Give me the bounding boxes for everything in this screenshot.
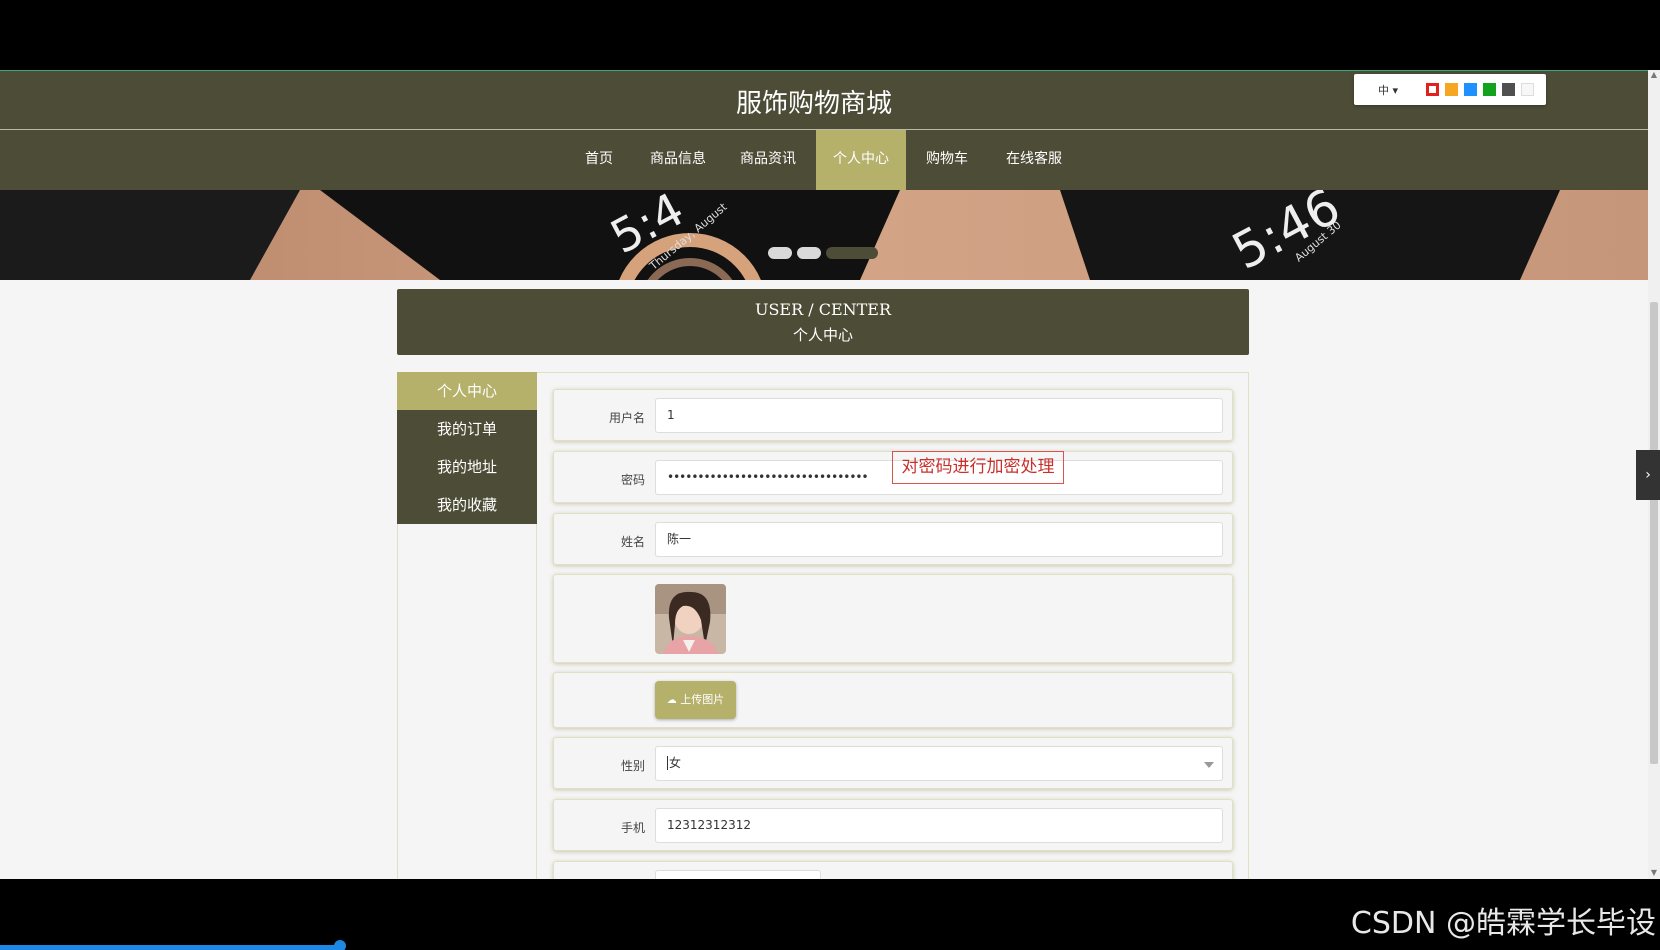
video-progress-bar[interactable] xyxy=(0,945,340,950)
main-nav: 首页 商品信息 商品资讯 个人中心 购物车 在线客服 xyxy=(0,129,1648,190)
nav-item-news[interactable]: 商品资讯 xyxy=(728,130,808,190)
nav-item-customer-service[interactable]: 在线客服 xyxy=(994,130,1074,190)
user-center-title-cn: 个人中心 xyxy=(792,326,853,344)
browser-viewport: 服饰购物商城 中 ▾ 首页 商品信息 商品资讯 个人中心 购物车 在线客服 5:… xyxy=(0,70,1648,879)
form-row-upload: ☁ 上传图片 xyxy=(553,672,1233,728)
phone-label: 手机 xyxy=(620,821,645,835)
carousel-dot-2[interactable] xyxy=(797,247,821,259)
user-center-title-bar: USER / CENTER 个人中心 xyxy=(397,289,1249,355)
form-row-username: 用户名 1 xyxy=(553,389,1233,441)
theme-swatch-green[interactable] xyxy=(1483,83,1496,96)
theme-swatch-white[interactable] xyxy=(1521,83,1534,96)
sidebar-item-address[interactable]: 我的地址 xyxy=(397,448,537,486)
gender-selected-value: 女 xyxy=(667,756,682,770)
phone-input[interactable]: 12312312312 xyxy=(655,808,1223,843)
chevron-right-icon[interactable]: › xyxy=(1636,450,1660,500)
theme-swatch-dark[interactable] xyxy=(1502,83,1515,96)
theme-swatch-red[interactable] xyxy=(1426,83,1439,96)
sidebar: 个人中心 我的订单 我的地址 我的收藏 xyxy=(397,372,537,879)
username-input[interactable]: 1 xyxy=(655,398,1223,433)
screen: 服饰购物商城 中 ▾ 首页 商品信息 商品资讯 个人中心 购物车 在线客服 5:… xyxy=(0,0,1660,950)
gender-select[interactable]: 女 xyxy=(655,746,1223,781)
name-input[interactable]: 陈一 xyxy=(655,522,1223,557)
gender-label: 性别 xyxy=(620,759,645,773)
sidebar-item-user-center[interactable]: 个人中心 xyxy=(397,372,537,410)
next-field-input[interactable] xyxy=(655,870,821,879)
nav-item-products[interactable]: 商品信息 xyxy=(638,130,718,190)
banner-carousel[interactable]: 5:4 Thursday, August 5:46 August 30 xyxy=(0,190,1648,280)
username-label: 用户名 xyxy=(608,411,645,425)
video-progress-handle[interactable] xyxy=(334,940,346,950)
form-row-next xyxy=(553,861,1233,879)
language-select[interactable]: 中 ▾ xyxy=(1378,82,1398,98)
nav-item-cart[interactable]: 购物车 xyxy=(916,130,978,190)
avatar-image xyxy=(655,584,726,654)
nav-item-user-center[interactable]: 个人中心 xyxy=(816,130,906,190)
form-row-phone: 手机 12312312312 xyxy=(553,799,1233,851)
watermark: CSDN @皓霖学长毕设 xyxy=(1350,906,1656,941)
theme-swatch-blue[interactable] xyxy=(1464,83,1477,96)
form-row-gender: 性别 女 xyxy=(553,737,1233,789)
password-label: 密码 xyxy=(620,473,645,487)
name-label: 姓名 xyxy=(620,535,645,549)
carousel-dot-active[interactable] xyxy=(826,247,878,259)
upload-button-label: 上传图片 xyxy=(680,693,725,706)
cloud-upload-icon: ☁ xyxy=(666,695,677,706)
carousel-dot-1[interactable] xyxy=(768,247,792,259)
password-encryption-annotation: 对密码进行加密处理 xyxy=(892,451,1064,484)
nav-item-home[interactable]: 首页 xyxy=(572,130,626,190)
scrollbar-thumb[interactable] xyxy=(1650,302,1658,764)
upload-image-button[interactable]: ☁ 上传图片 xyxy=(655,681,736,719)
avatar-portrait xyxy=(655,584,726,654)
chevron-down-icon xyxy=(1204,762,1214,768)
banner-image xyxy=(0,190,1648,280)
theme-switcher[interactable]: 中 ▾ xyxy=(1354,74,1546,105)
user-center-title-en: USER / CENTER xyxy=(754,300,892,319)
form-row-avatar xyxy=(553,574,1233,663)
scroll-down-arrow[interactable]: ▼ xyxy=(1650,869,1658,877)
scroll-up-arrow[interactable]: ▲ xyxy=(1650,71,1658,79)
sidebar-item-orders[interactable]: 我的订单 xyxy=(397,410,537,448)
site-header: 服饰购物商城 中 ▾ xyxy=(0,71,1648,129)
theme-swatch-orange[interactable] xyxy=(1445,83,1458,96)
sidebar-item-favorites[interactable]: 我的收藏 xyxy=(397,486,537,524)
form-row-name: 姓名 陈一 xyxy=(553,513,1233,565)
